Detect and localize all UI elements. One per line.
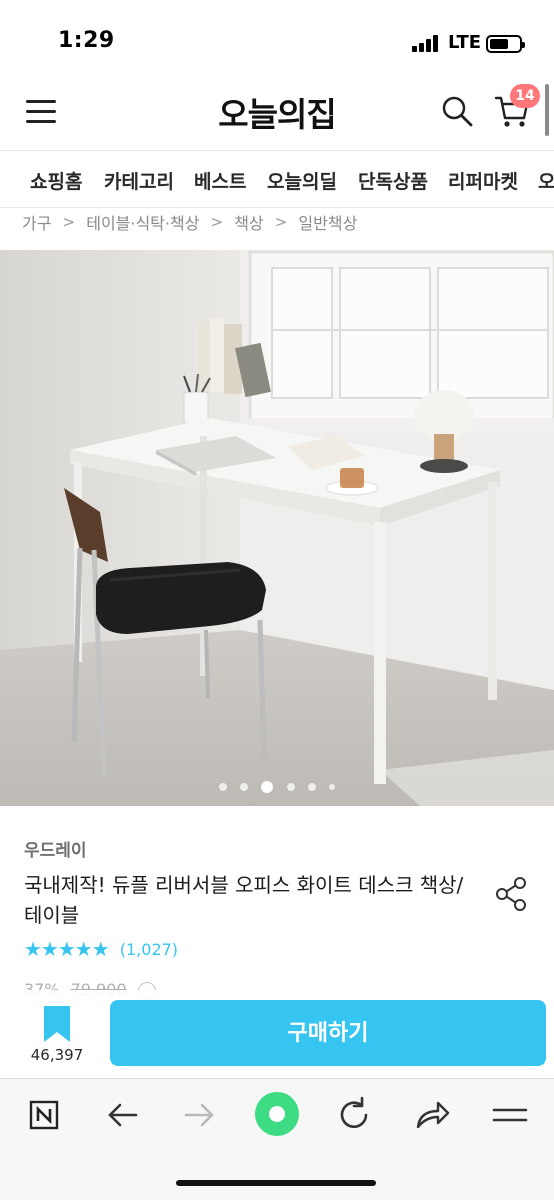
forward-arrow-icon[interactable] (178, 1093, 222, 1137)
tab-more[interactable]: 오 (538, 167, 554, 194)
tab-refurb-market[interactable]: 리퍼마켓 (448, 167, 518, 194)
tab-today-deal[interactable]: 오늘의딜 (267, 167, 337, 194)
battery-icon (486, 35, 525, 53)
tabs-divider (0, 207, 554, 208)
carousel-dot[interactable] (328, 783, 335, 790)
refresh-icon[interactable] (332, 1093, 376, 1137)
brand-name[interactable]: 우드레이 (24, 836, 87, 861)
app-header: 오늘의집 (0, 72, 554, 150)
menu-lines-icon[interactable] (488, 1093, 532, 1137)
bookmark-count: 46,397 (30, 1046, 84, 1064)
tab-category[interactable]: 카테고리 (104, 167, 174, 194)
network-type: LTE (448, 32, 482, 53)
back-arrow-icon[interactable] (100, 1093, 144, 1137)
buy-button[interactable]: 구매하기 (110, 1000, 546, 1066)
green-dot-icon[interactable] (254, 1091, 300, 1137)
home-indicator (176, 1180, 376, 1186)
bookmark-button[interactable]: 46,397 (22, 1004, 92, 1070)
carousel-dot-active[interactable] (261, 780, 274, 793)
status-time: 1:29 (58, 28, 115, 53)
tab-exclusive[interactable]: 단독상품 (358, 167, 428, 194)
naver-n-icon[interactable] (22, 1093, 66, 1137)
share-icon[interactable] (494, 876, 530, 912)
product-image[interactable] (0, 250, 554, 806)
breadcrumb-item[interactable]: 가구 (22, 210, 51, 234)
breadcrumb-item[interactable]: 일반책상 (298, 210, 357, 234)
rating-row[interactable]: ★★★★★ (1,027) (24, 937, 178, 961)
breadcrumb: 가구 > 테이블·식탁·책상 > 책상 > 일반책상 (22, 210, 357, 236)
search-icon[interactable] (440, 94, 474, 128)
breadcrumb-item[interactable]: 테이블·식탁·책상 (86, 210, 199, 234)
breadcrumb-item[interactable]: 책상 (234, 210, 263, 234)
product-title: 국내제작! 듀플 리버서블 오피스 화이트 데스크 책상/테이블 (24, 873, 464, 927)
tab-shopping-home[interactable]: 쇼핑홈 (30, 167, 82, 194)
bookmark-icon (44, 1006, 70, 1042)
carousel-dot[interactable] (286, 782, 295, 791)
cart-count-badge: 14 (510, 84, 540, 108)
chevron-right-icon: > (210, 213, 224, 231)
carousel-dot[interactable] (219, 782, 228, 791)
star-rating-icon: ★★★★★ (24, 937, 110, 961)
chevron-right-icon: > (274, 213, 288, 231)
signal-icon (412, 34, 440, 52)
chevron-right-icon: > (62, 213, 76, 231)
carousel-dot[interactable] (307, 782, 316, 791)
tab-best[interactable]: 베스트 (194, 167, 246, 194)
carousel-dot[interactable] (240, 782, 249, 791)
scroll-indicator (545, 84, 549, 136)
image-carousel-dots (0, 776, 554, 793)
category-tabs: 쇼핑홈 카테고리 베스트 오늘의딜 단독상품 리퍼마켓 오 (0, 150, 554, 208)
review-count[interactable]: (1,027) (120, 940, 178, 959)
share-arrow-icon[interactable] (410, 1093, 454, 1137)
